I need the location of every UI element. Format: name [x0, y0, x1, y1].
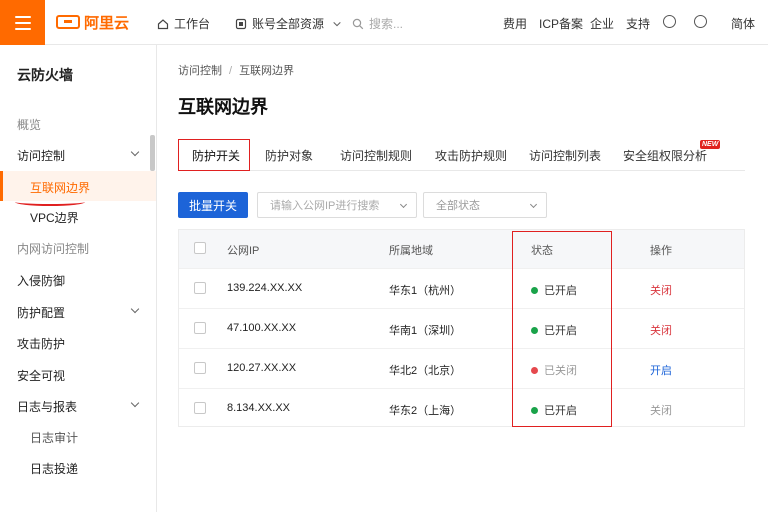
ip-search-input[interactable]: 请输入公网IP进行搜索: [257, 192, 417, 218]
tab-attack-rules[interactable]: 攻击防护规则: [435, 147, 507, 164]
tab-protected-objects[interactable]: 防护对象: [265, 147, 313, 164]
ip-table: 公网IP 所属地域 状态 操作 139.224.XX.XX 华东1（杭州） 已开…: [178, 229, 745, 427]
tab-security-group-analysis[interactable]: 安全组权限分析: [623, 147, 707, 164]
icp-link[interactable]: ICP备案: [539, 15, 583, 32]
column-header-action: 操作: [650, 245, 672, 257]
cell-region: 华南1（深圳）: [389, 325, 462, 337]
home-icon: [157, 18, 169, 29]
row-checkbox[interactable]: [194, 402, 206, 414]
tab-access-rules[interactable]: 访问控制规则: [340, 147, 412, 164]
breadcrumb-current: 互联网边界: [239, 65, 295, 77]
ip-search-placeholder: 请输入公网IP进行搜索: [270, 200, 380, 212]
sidebar-item-security-visibility[interactable]: 安全可视: [17, 367, 65, 384]
search-icon: [352, 18, 364, 29]
breadcrumb-separator: /: [229, 65, 233, 77]
row-checkbox[interactable]: [194, 322, 206, 334]
table-row: 47.100.XX.XX 华南1（深圳） 已开启 关闭: [179, 308, 744, 348]
chevron-down-icon[interactable]: [130, 304, 140, 314]
fees-link[interactable]: 费用: [503, 15, 527, 32]
sidebar-item-vpc-border[interactable]: VPC边界: [30, 209, 79, 226]
cell-ip: 8.134.XX.XX: [227, 402, 290, 414]
sidebar-active-indicator: [0, 171, 3, 201]
sidebar-scrollbar[interactable]: [150, 135, 155, 171]
new-badge: NEW: [700, 140, 721, 149]
workbench-link[interactable]: 工作台: [157, 15, 210, 32]
tab-bar: 防护开关 防护对象 访问控制规则 攻击防护规则 访问控制列表 安全组权限分析 N…: [178, 139, 745, 171]
row-checkbox[interactable]: [194, 282, 206, 294]
breadcrumb-access-control[interactable]: 访问控制: [178, 65, 222, 77]
chevron-down-icon[interactable]: [130, 147, 140, 157]
breadcrumb: 访问控制 / 互联网边界: [178, 62, 294, 78]
cell-region: 华北2（北京）: [389, 365, 462, 377]
globe-icon[interactable]: [694, 15, 707, 28]
sidebar-item-overview[interactable]: 概览: [17, 116, 41, 133]
chevron-down-icon: [529, 200, 538, 209]
sidebar: 云防火墙 概览 访问控制 互联网边界 VPC边界 内网访问控制 入侵防御 防护配…: [0, 45, 157, 512]
language-switch[interactable]: 简体: [731, 15, 755, 32]
sidebar-title: 云防火墙: [17, 67, 73, 83]
enterprise-link[interactable]: 企业: [590, 15, 614, 32]
sidebar-item-intrusion-prevention[interactable]: 入侵防御: [17, 272, 65, 289]
batch-switch-button[interactable]: 批量开关: [178, 192, 248, 218]
table-row: 139.224.XX.XX 华东1（杭州） 已开启 关闭: [179, 268, 744, 308]
support-link[interactable]: 支持: [626, 15, 650, 32]
column-header-region: 所属地域: [389, 245, 433, 257]
sidebar-item-log-delivery[interactable]: 日志投递: [30, 460, 78, 477]
chevron-down-icon: [399, 200, 408, 209]
sidebar-item-logs-reports[interactable]: 日志与报表: [17, 398, 77, 415]
cell-region: 华东1（杭州）: [389, 285, 462, 297]
sidebar-item-internet-border[interactable]: 互联网边界: [30, 179, 90, 196]
resources-dropdown[interactable]: 账号全部资源: [235, 15, 342, 32]
tab-access-list[interactable]: 访问控制列表: [529, 147, 601, 164]
cell-ip: 47.100.XX.XX: [227, 322, 297, 334]
select-all-checkbox[interactable]: [194, 242, 206, 254]
column-header-ip: 公网IP: [227, 245, 260, 257]
status-filter-value: 全部状态: [436, 200, 480, 212]
tab-protection-switch[interactable]: 防护开关: [192, 147, 240, 164]
sidebar-item-internal-control[interactable]: 内网访问控制: [17, 240, 89, 257]
cell-region: 华东2（上海）: [389, 405, 462, 417]
aliyun-logo[interactable]: 阿里云: [56, 11, 129, 33]
active-item-underline: [15, 198, 85, 206]
sidebar-item-attack-protection[interactable]: 攻击防护: [17, 335, 65, 352]
global-search[interactable]: 搜索...: [352, 15, 403, 32]
table-row: 8.134.XX.XX 华东2（上海） 已开启 关闭: [179, 388, 744, 428]
status-filter-select[interactable]: 全部状态: [423, 192, 547, 218]
table-header: 公网IP 所属地域 状态 操作: [179, 230, 744, 268]
page-title: 互联网边界: [178, 97, 268, 117]
sidebar-item-log-audit[interactable]: 日志审计: [30, 429, 78, 446]
row-checkbox[interactable]: [194, 362, 206, 374]
resources-icon: [235, 18, 247, 29]
chevron-down-icon: [333, 21, 341, 26]
message-icon[interactable]: [663, 15, 676, 28]
top-bar: 阿里云 工作台 账号全部资源 搜索... 费用 ICP备案 企业 支持 简体: [0, 0, 768, 45]
sidebar-item-access-control[interactable]: 访问控制: [17, 147, 65, 164]
menu-icon[interactable]: [0, 0, 45, 45]
action-link[interactable]: 开启: [650, 362, 672, 378]
cell-ip: 139.224.XX.XX: [227, 282, 303, 294]
action-link[interactable]: 关闭: [650, 402, 672, 418]
logo-mark-icon: [56, 15, 80, 29]
table-row: 120.27.XX.XX 华北2（北京） 已关闭 开启: [179, 348, 744, 388]
sidebar-item-protection-config[interactable]: 防护配置: [17, 304, 65, 321]
cell-ip: 120.27.XX.XX: [227, 362, 297, 374]
status-column-highlight: [512, 231, 612, 427]
chevron-down-icon[interactable]: [130, 398, 140, 408]
logo-text: 阿里云: [84, 14, 130, 32]
action-link[interactable]: 关闭: [650, 282, 672, 298]
action-link[interactable]: 关闭: [650, 322, 672, 338]
